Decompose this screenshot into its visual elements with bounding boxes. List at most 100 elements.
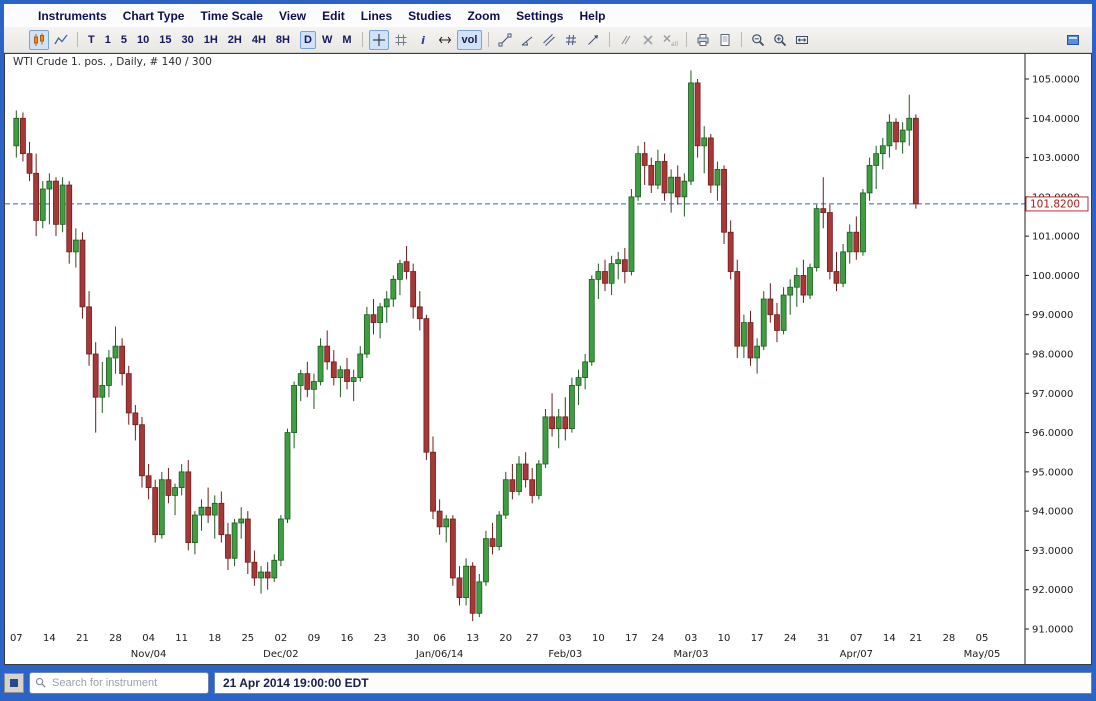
info-button[interactable]: i [413, 30, 433, 50]
zoom-range-button[interactable] [792, 30, 812, 50]
y-axis-label: 104.0000 [1032, 114, 1080, 125]
timeframe-4h-button[interactable]: 4H [248, 31, 270, 49]
candle [225, 535, 230, 559]
zoom-out-button[interactable] [748, 30, 768, 50]
candle [199, 507, 204, 515]
candle [325, 346, 330, 362]
current-price-value: 101.8200 [1030, 198, 1080, 210]
x-axis-label: 28 [109, 633, 122, 644]
arrow-tool-button[interactable] [583, 30, 603, 50]
timeframe-2h-button[interactable]: 2H [224, 31, 246, 49]
candle [212, 503, 217, 515]
timeframe-buttons: T151015301H2H4H8H [83, 31, 295, 49]
candle [73, 240, 78, 252]
x-axis-month-label: Dec/02 [263, 649, 298, 660]
crosshair-button[interactable] [369, 30, 389, 50]
panel-toggle-button[interactable] [1063, 30, 1083, 50]
candlestick-chart-button[interactable] [29, 30, 49, 50]
grid-button[interactable] [391, 30, 411, 50]
horizontal-arrows-icon [438, 33, 452, 47]
x-axis-label: 07 [850, 633, 863, 644]
candle [265, 572, 270, 578]
timeframe-10-button[interactable]: 10 [133, 31, 153, 49]
timeframe-15-button[interactable]: 15 [155, 31, 175, 49]
angle-line-tool-button[interactable] [517, 30, 537, 50]
menu-settings[interactable]: Settings [508, 7, 571, 25]
candle [80, 240, 85, 307]
y-axis-label: 95.0000 [1032, 467, 1073, 478]
zoom-in-button[interactable] [770, 30, 790, 50]
candle [87, 307, 92, 354]
timeframe-1h-button[interactable]: 1H [200, 31, 222, 49]
parallel-channel-tool-button[interactable] [539, 30, 559, 50]
price-chart[interactable]: 105.0000104.0000103.0000102.0000101.0000… [5, 54, 1091, 665]
status-grip-button[interactable] [4, 673, 24, 693]
candle [735, 272, 740, 347]
candle [159, 480, 164, 535]
candle [120, 346, 125, 374]
print-preview-button[interactable] [715, 30, 735, 50]
period-m-button[interactable]: M [338, 31, 355, 49]
candle [794, 275, 799, 287]
candle [854, 232, 859, 252]
menu-edit[interactable]: Edit [314, 7, 353, 25]
candle [391, 279, 396, 299]
candle [153, 488, 158, 535]
period-d-button[interactable]: D [300, 31, 316, 49]
candle [669, 177, 674, 193]
search-input[interactable] [50, 676, 203, 690]
delete-all-drawings-button[interactable]: all [660, 30, 680, 50]
candle [583, 362, 588, 378]
x-axis-label: 20 [499, 633, 512, 644]
print-button[interactable] [693, 30, 713, 50]
period-w-button[interactable]: W [318, 31, 336, 49]
candle [867, 165, 872, 193]
candle [874, 154, 879, 166]
menu-chart-type[interactable]: Chart Type [115, 7, 193, 25]
candle [708, 138, 713, 185]
timeframe-8h-button[interactable]: 8H [272, 31, 294, 49]
timeframe-5-button[interactable]: 5 [117, 31, 131, 49]
x-axis-label: 17 [625, 633, 638, 644]
fibonacci-tool-button[interactable] [561, 30, 581, 50]
candle [675, 177, 680, 197]
menu-studies[interactable]: Studies [400, 7, 459, 25]
y-axis-label: 100.0000 [1032, 271, 1080, 282]
candle [20, 118, 25, 153]
timeframe-30-button[interactable]: 30 [177, 31, 197, 49]
toolbar-separator [686, 32, 687, 47]
candle [232, 523, 237, 558]
expand-horizontal-button[interactable] [435, 30, 455, 50]
menu-time-scale[interactable]: Time Scale [192, 7, 270, 25]
menu-instruments[interactable]: Instruments [30, 7, 115, 25]
info-icon: i [416, 33, 430, 47]
candle [259, 572, 264, 578]
extended-lines-button[interactable] [616, 30, 636, 50]
grid-icon [394, 33, 408, 47]
candle [219, 503, 224, 534]
timeframe-1-button[interactable]: 1 [101, 31, 115, 49]
x-axis-label: 04 [142, 633, 155, 644]
candle [27, 154, 32, 174]
volume-button[interactable]: vol [457, 30, 483, 50]
x-axis-label: 17 [751, 633, 764, 644]
candle [589, 279, 594, 362]
candle [563, 417, 568, 429]
menu-lines[interactable]: Lines [353, 7, 400, 25]
timeframe-t-button[interactable]: T [84, 31, 99, 49]
candle [206, 507, 211, 515]
line-chart-button[interactable] [51, 30, 71, 50]
svg-text:all: all [671, 41, 678, 47]
menu-help[interactable]: Help [571, 7, 613, 25]
candle [113, 346, 118, 358]
candle [331, 362, 336, 378]
menu-view[interactable]: View [271, 7, 314, 25]
candle [14, 118, 19, 145]
trendline-tool-button[interactable] [495, 30, 515, 50]
candlestick-icon [32, 33, 46, 47]
instrument-searchbox[interactable] [29, 672, 209, 694]
candle [616, 260, 621, 264]
menu-zoom[interactable]: Zoom [459, 7, 508, 25]
delete-drawing-button[interactable] [638, 30, 658, 50]
x-axis-label: 10 [718, 633, 731, 644]
